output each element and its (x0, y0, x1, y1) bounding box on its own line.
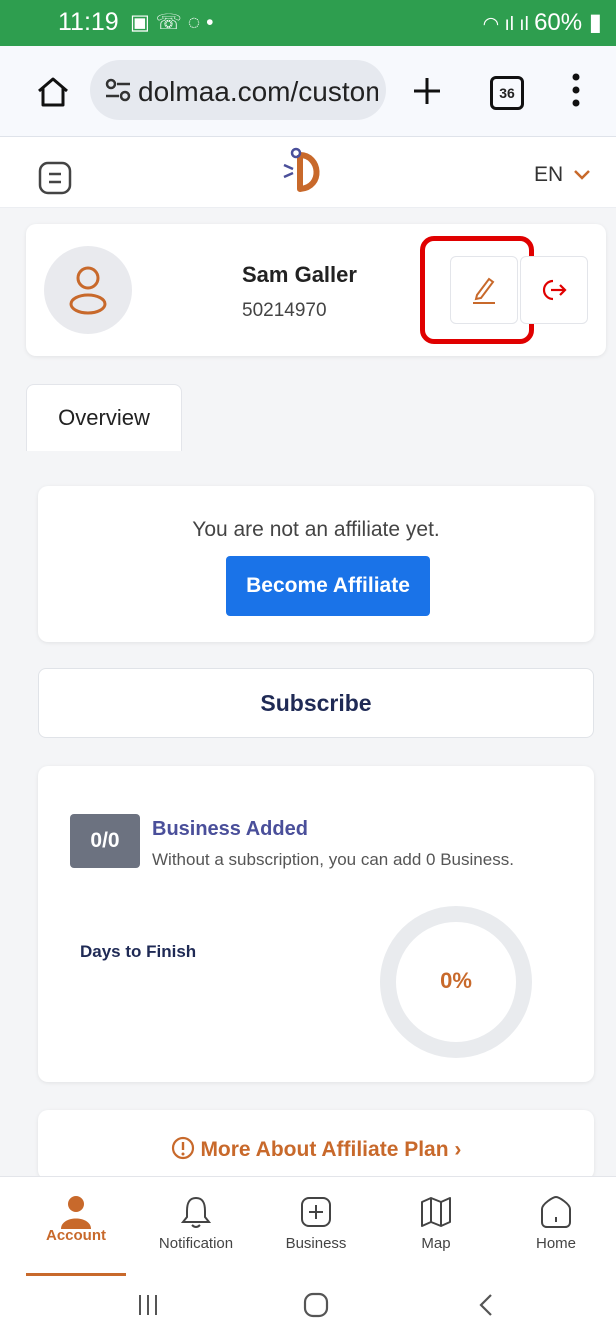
nav-item-account[interactable]: Account (21, 1177, 131, 1281)
back-icon[interactable] (476, 1292, 496, 1318)
tab-overview[interactable]: Overview (26, 384, 182, 451)
profile-name: Sam Galler (242, 262, 357, 287)
nav-label: Notification (158, 1235, 234, 1252)
home-icon (541, 1195, 571, 1228)
tab-switcher-button[interactable]: 36 (490, 76, 524, 110)
info-icon (171, 1136, 194, 1160)
menu-icon[interactable] (38, 161, 72, 195)
profile-card: Sam Galler 50214970 (26, 224, 606, 356)
more-affiliate-card: More About Affiliate Plan › (38, 1110, 594, 1180)
notification-icons: ▣ ☏ ◌ • (130, 11, 214, 34)
avatar (44, 246, 132, 334)
user-icon (61, 1196, 91, 1229)
site-settings-icon[interactable] (104, 78, 132, 102)
active-indicator (26, 1273, 126, 1276)
new-tab-icon[interactable] (412, 76, 442, 106)
home-icon[interactable] (36, 76, 70, 108)
bottom-navigation: Account Notification Business Map Home (0, 1176, 616, 1281)
more-affiliate-label: More About Affiliate Plan (200, 1138, 449, 1161)
progress-label: 0% (440, 968, 472, 993)
nav-item-business[interactable]: Business (261, 1177, 371, 1281)
tab-label: Overview (58, 405, 150, 430)
plus-square-icon (301, 1197, 331, 1227)
user-icon (69, 266, 107, 315)
language-selector[interactable]: EN (534, 163, 591, 187)
logo-icon[interactable] (280, 147, 330, 195)
logout-icon (542, 279, 567, 301)
subscribe-button[interactable]: Subscribe (38, 668, 594, 738)
nav-label: Home (535, 1235, 576, 1252)
become-affiliate-button[interactable]: Become Affiliate (226, 556, 430, 616)
bell-icon (180, 1196, 212, 1228)
status-time: 11:19 (58, 8, 119, 36)
nav-label: Business (285, 1235, 347, 1252)
home-button-icon[interactable] (302, 1292, 330, 1318)
map-icon (421, 1197, 451, 1227)
edit-profile-button[interactable] (450, 256, 518, 324)
nav-item-notification[interactable]: Notification (141, 1177, 251, 1281)
status-bar: 11:19 ▣ ☏ ◌ • ◠ ıl ıl 60% ▮ (0, 0, 616, 46)
nav-label: Account (46, 1227, 106, 1244)
affiliate-message: You are not an affiliate yet. (192, 518, 440, 541)
chevron-right-icon: › (454, 1138, 462, 1161)
more-affiliate-link[interactable]: More About Affiliate Plan › (38, 1136, 594, 1162)
url-bar[interactable]: dolmaa.com/custom (90, 60, 386, 120)
nav-item-map[interactable]: Map (381, 1177, 491, 1281)
logout-button[interactable] (520, 256, 588, 324)
browser-toolbar: dolmaa.com/custom 36 (0, 46, 616, 137)
nav-label: Map (421, 1235, 451, 1252)
kebab-menu-icon[interactable] (570, 72, 582, 108)
battery-level: 60% (534, 9, 583, 36)
signal-icon: ◠ ıl ıl (482, 14, 535, 35)
business-count-badge: 0/0 (70, 814, 140, 868)
profile-id: 50214970 (242, 300, 327, 321)
site-header: EN (0, 137, 616, 208)
affiliate-card: You are not an affiliate yet. Become Aff… (38, 486, 594, 642)
business-title: Business Added (152, 818, 308, 840)
subscribe-label: Subscribe (260, 690, 372, 716)
url-text: dolmaa.com/custom (138, 76, 378, 107)
battery-icon: ▮ (582, 9, 602, 36)
nav-item-home[interactable]: Home (501, 1177, 611, 1281)
business-card: 0/0 Business Added Without a subscriptio… (38, 766, 594, 1082)
status-right: ◠ ıl ıl 60% ▮ (483, 8, 602, 37)
language-label: EN (534, 163, 564, 186)
system-navigation (0, 1280, 616, 1329)
pencil-icon (473, 277, 495, 304)
chevron-down-icon (574, 170, 590, 180)
business-subtitle: Without a subscription, you can add 0 Bu… (152, 850, 514, 869)
recent-apps-icon[interactable] (136, 1292, 160, 1318)
days-to-finish-label: Days to Finish (80, 942, 197, 961)
